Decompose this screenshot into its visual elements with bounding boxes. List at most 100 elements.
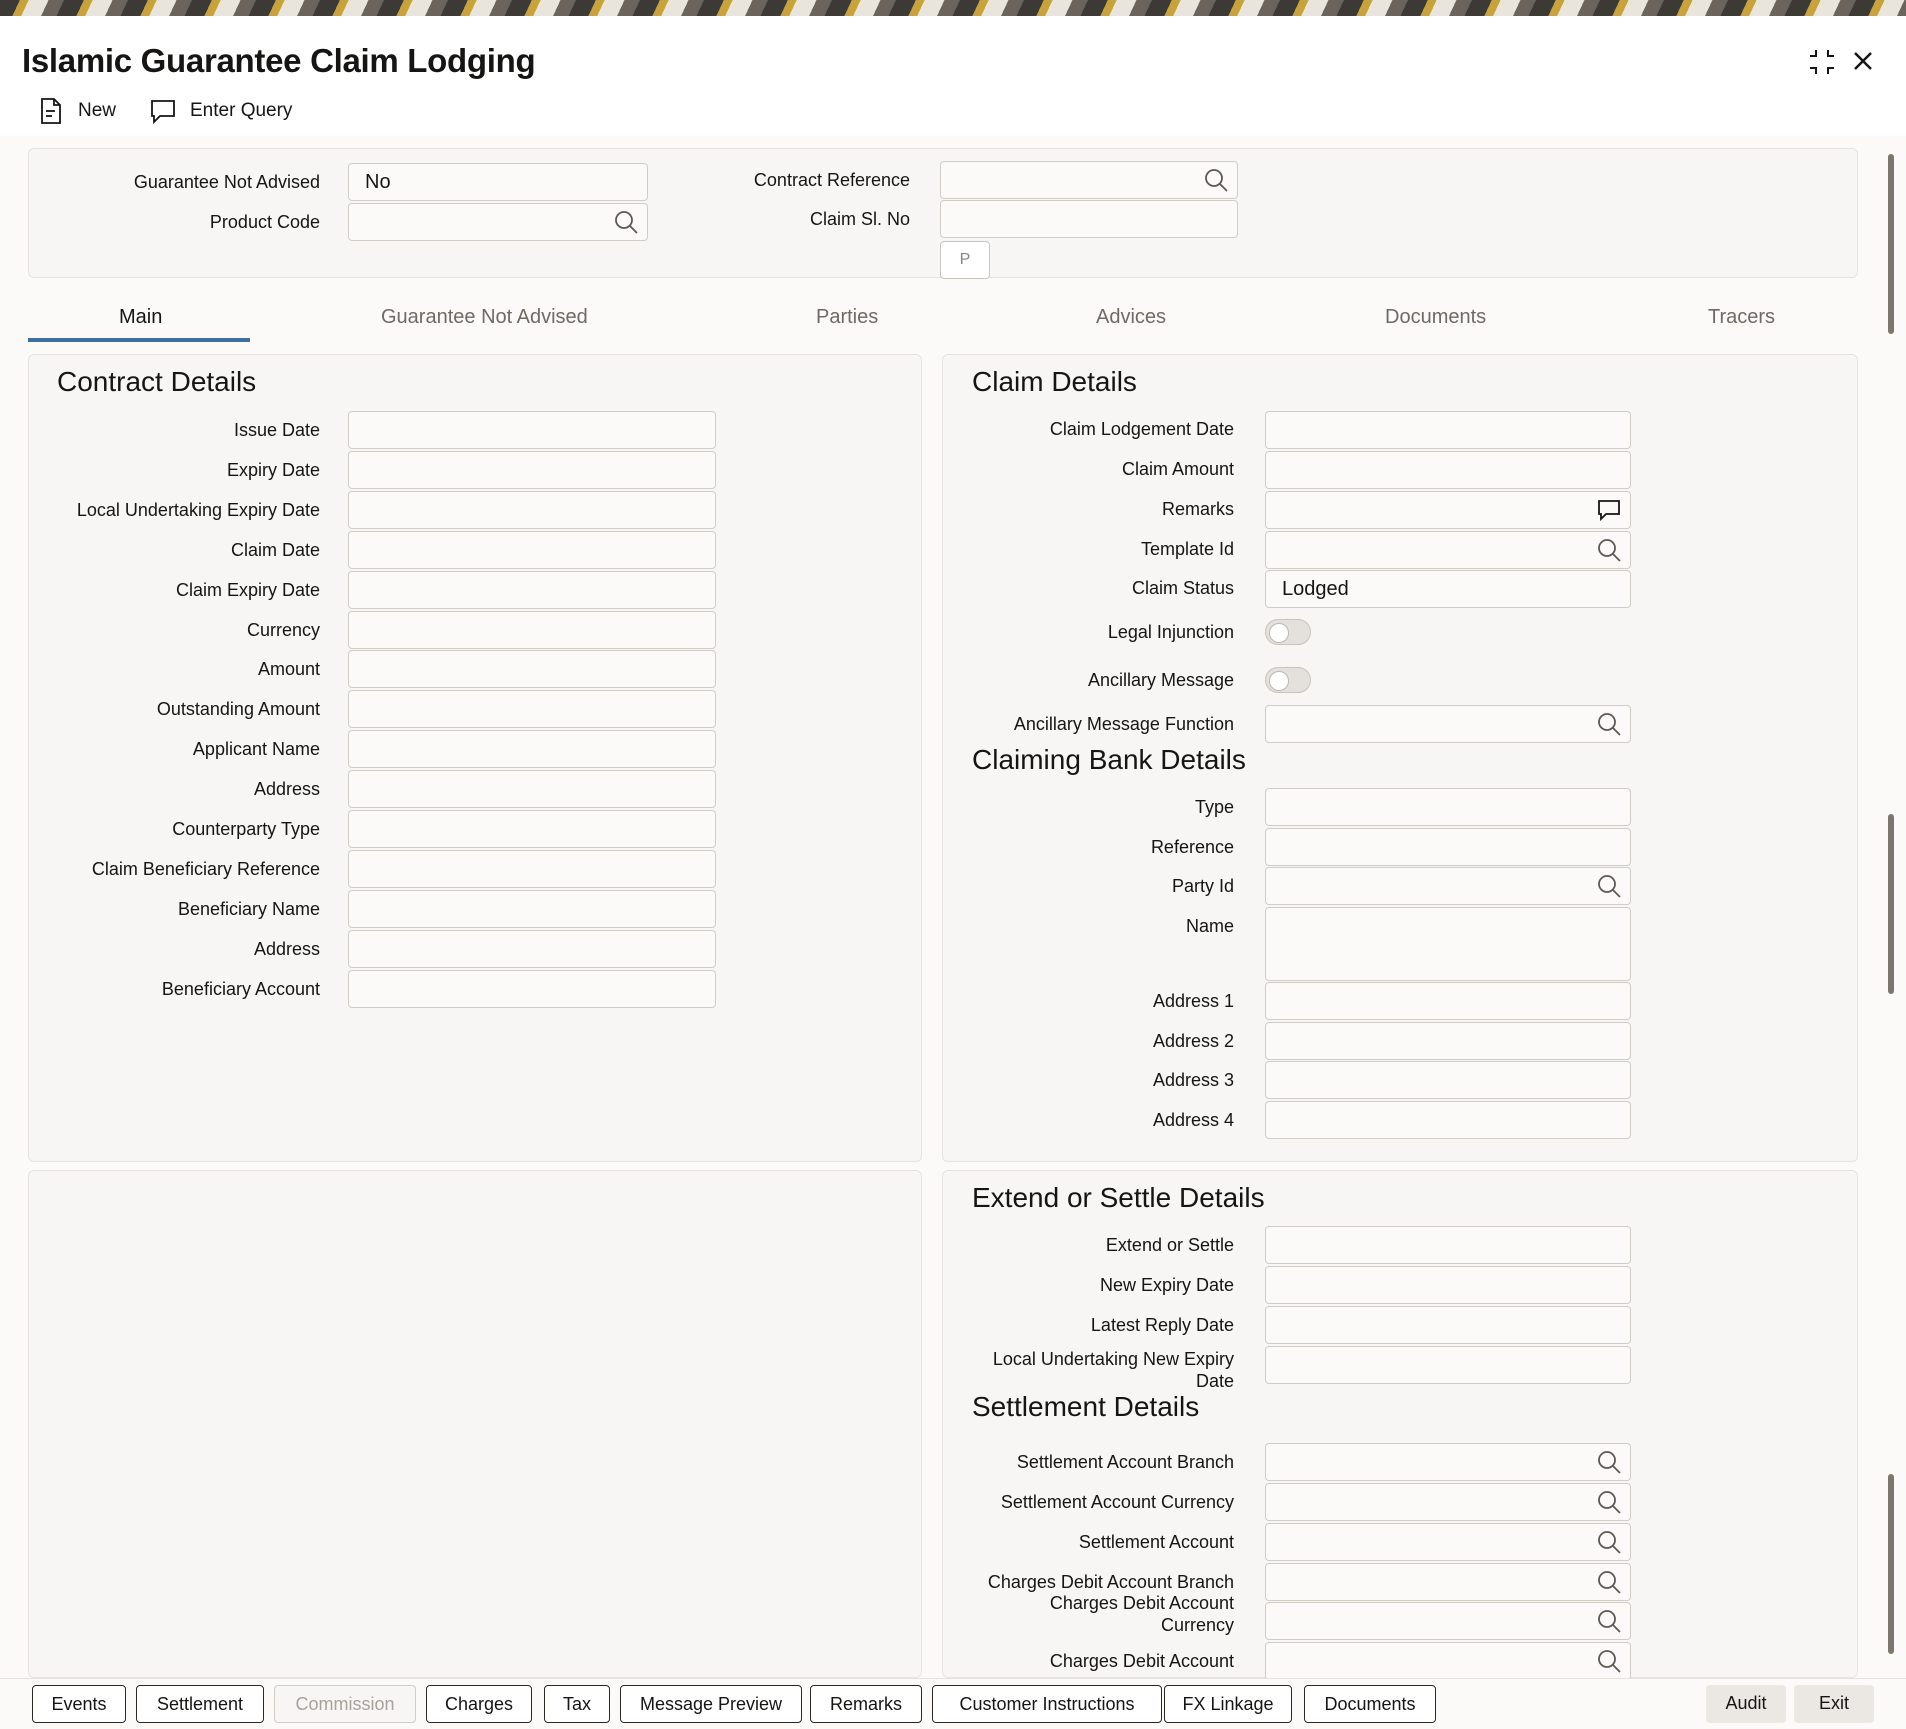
contract-reference-label: Contract Reference <box>753 170 910 190</box>
contract-field-input[interactable] <box>348 411 716 449</box>
extend-or-settle-field[interactable] <box>1265 1226 1631 1264</box>
tab-bar: Main Guarantee Not Advised Parties Advic… <box>28 294 1858 344</box>
ancillary-message-toggle[interactable] <box>1265 667 1311 693</box>
party-id-label: Party Id <box>1171 876 1234 896</box>
contract-field-input[interactable] <box>348 810 716 848</box>
search-icon[interactable] <box>1203 167 1229 193</box>
claim-status-field[interactable]: Lodged <box>1265 570 1631 608</box>
documents-button[interactable]: Documents <box>1304 1685 1436 1723</box>
new-expiry-date-field[interactable] <box>1265 1266 1631 1304</box>
contract-field-label: Claim Beneficiary Reference <box>91 858 320 879</box>
search-icon[interactable] <box>613 209 639 235</box>
customer-instructions-button[interactable]: Customer Instructions <box>932 1685 1162 1723</box>
maximize-icon[interactable] <box>1806 46 1838 85</box>
comment-icon[interactable] <box>1596 497 1622 523</box>
tab-advices[interactable]: Advices <box>1096 306 1166 329</box>
search-icon[interactable] <box>1596 1529 1622 1555</box>
contract-field-input[interactable] <box>348 929 716 968</box>
contract-field-input[interactable] <box>348 610 716 649</box>
product-code-field[interactable] <box>348 203 648 241</box>
contract-field-input[interactable] <box>348 889 716 928</box>
close-icon[interactable] <box>1848 46 1878 83</box>
contract-field-input[interactable] <box>348 650 716 689</box>
party-id-field[interactable] <box>1265 867 1631 905</box>
legal-injunction-toggle[interactable] <box>1265 619 1311 645</box>
guarantee-not-advised-field[interactable]: No <box>348 163 648 201</box>
claim-amount-field[interactable] <box>1265 451 1631 489</box>
ancillary-message-function-field[interactable] <box>1265 705 1631 743</box>
contract-field-input[interactable] <box>348 770 716 809</box>
name-field[interactable] <box>1265 907 1631 981</box>
p-button[interactable]: P <box>940 241 990 279</box>
contract-field-input[interactable] <box>348 570 716 609</box>
charges-currency-line1: Charges Debit Account <box>1049 1593 1234 1613</box>
contract-field-label: Currency <box>246 619 320 640</box>
remarks-button[interactable]: Remarks <box>810 1685 922 1723</box>
remarks-field[interactable] <box>1265 491 1631 529</box>
address-3-field[interactable] <box>1265 1061 1631 1099</box>
tab-tracers[interactable]: Tracers <box>1708 306 1775 329</box>
tab-parties[interactable]: Parties <box>816 306 878 329</box>
settlement-account-currency-field[interactable] <box>1265 1483 1631 1521</box>
contract-reference-field[interactable] <box>940 161 1238 199</box>
contract-field-input[interactable] <box>348 690 716 729</box>
settlement-account-field[interactable] <box>1265 1523 1631 1561</box>
contract-field-input[interactable] <box>348 450 716 489</box>
settlement-account-currency-label: Settlement Account Currency <box>1000 1492 1234 1512</box>
settlement-account-branch-field[interactable] <box>1265 1443 1631 1481</box>
settlement-charges-currency-field[interactable] <box>1265 1602 1631 1640</box>
contract-field-label: Applicant Name <box>192 739 320 760</box>
tab-documents[interactable]: Documents <box>1385 306 1486 329</box>
vertical-scrollbar[interactable] <box>1884 150 1898 1678</box>
settlement-charges-branch-label: Charges Debit Account Branch <box>987 1572 1234 1592</box>
settlement-charges-branch-field[interactable] <box>1265 1563 1631 1601</box>
scrollbar-thumb-3[interactable] <box>1888 1474 1894 1654</box>
contract-field-input[interactable] <box>348 730 716 769</box>
address-2-label: Address 2 <box>1152 1031 1234 1051</box>
address-1-field[interactable] <box>1265 982 1631 1020</box>
tax-button[interactable]: Tax <box>544 1685 610 1723</box>
ancillary-message-function-label: Ancillary Message Function <box>1013 714 1234 734</box>
events-button[interactable]: Events <box>32 1685 126 1723</box>
new-button[interactable]: New <box>36 92 116 130</box>
settlement-button[interactable]: Settlement <box>136 1685 264 1723</box>
settlement-charges-account-label: Charges Debit Account <box>1049 1651 1234 1671</box>
contract-field-input[interactable] <box>348 969 716 1008</box>
charges-button[interactable]: Charges <box>426 1685 532 1723</box>
address-2-field[interactable] <box>1265 1022 1631 1060</box>
search-icon[interactable] <box>1596 873 1622 899</box>
latest-reply-date-field[interactable] <box>1265 1306 1631 1344</box>
reference-field[interactable] <box>1265 828 1631 866</box>
tab-guarantee-not-advised[interactable]: Guarantee Not Advised <box>381 306 588 329</box>
search-icon[interactable] <box>1596 1608 1622 1634</box>
local-undertaking-new-expiry-field[interactable] <box>1265 1346 1631 1384</box>
claim-sl-no-field[interactable] <box>940 200 1238 238</box>
search-icon[interactable] <box>1596 1569 1622 1595</box>
claim-lodgement-date-field[interactable] <box>1265 411 1631 449</box>
settlement-account-branch-label: Settlement Account Branch <box>1016 1452 1234 1472</box>
search-icon[interactable] <box>1596 1648 1622 1674</box>
audit-button[interactable]: Audit <box>1706 1685 1786 1723</box>
tab-main[interactable]: Main <box>119 306 162 329</box>
local-undertaking-line1: Local Undertaking New Expiry <box>992 1349 1234 1369</box>
enter-query-button[interactable]: Enter Query <box>148 92 292 130</box>
message-preview-button[interactable]: Message Preview <box>620 1685 802 1723</box>
scrollbar-thumb[interactable] <box>1888 154 1894 334</box>
address-4-field[interactable] <box>1265 1101 1631 1139</box>
contract-field-label: Beneficiary Name <box>177 898 320 919</box>
contract-field-input[interactable] <box>348 849 716 888</box>
search-icon[interactable] <box>1596 1489 1622 1515</box>
exit-button[interactable]: Exit <box>1794 1685 1874 1723</box>
template-id-field[interactable] <box>1265 531 1631 569</box>
settlement-charges-account-field[interactable] <box>1265 1642 1631 1680</box>
type-field[interactable] <box>1265 788 1631 826</box>
scrollbar-thumb-2[interactable] <box>1888 814 1894 994</box>
product-code-label: Product Code <box>209 212 320 232</box>
search-icon[interactable] <box>1596 711 1622 737</box>
fx-linkage-button[interactable]: FX Linkage <box>1164 1685 1292 1723</box>
settlement-details-title: Settlement Details <box>972 1391 1200 1422</box>
contract-field-input[interactable] <box>348 530 716 569</box>
search-icon[interactable] <box>1596 1449 1622 1475</box>
search-icon[interactable] <box>1596 537 1622 563</box>
contract-field-input[interactable] <box>348 490 716 529</box>
